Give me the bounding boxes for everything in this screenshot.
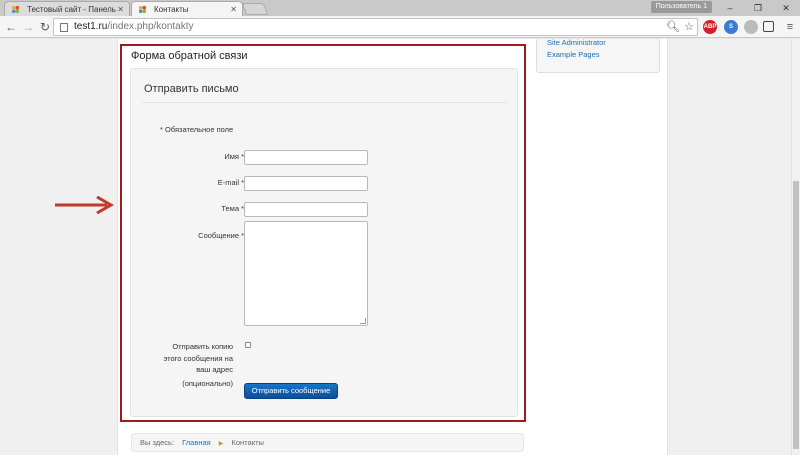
- page-icon: [60, 23, 68, 32]
- message-label: Сообщение *: [198, 231, 244, 240]
- page-viewport: Site Administrator Example Pages Форма о…: [0, 39, 791, 455]
- tab-test-site[interactable]: Тестовый сайт - Панель ✕: [4, 1, 130, 16]
- form-legend: Отправить письмо: [144, 83, 239, 95]
- menu-icon[interactable]: ≡: [782, 19, 798, 35]
- sidebar-menu: Site Administrator Example Pages: [536, 39, 660, 73]
- copy-label-text: Отправить копию этого сообщения на ваш а…: [163, 342, 233, 374]
- email-label: E-mail *: [217, 178, 244, 187]
- sidebar-link-example-pages[interactable]: Example Pages: [547, 50, 600, 59]
- tab-contacts[interactable]: Контакты ✕: [131, 1, 243, 16]
- name-field[interactable]: [244, 150, 368, 165]
- subject-label: Тема *: [221, 204, 244, 213]
- legend-divider: [142, 102, 507, 103]
- required-note: * Обязательное поле: [160, 125, 234, 134]
- joomla-icon: [11, 5, 20, 14]
- copy-optional-text: (опционально): [182, 378, 233, 388]
- reload-icon[interactable]: ↻: [37, 19, 53, 35]
- tab-strip: Тестовый сайт - Панель ✕ Контакты ✕ Поль…: [0, 0, 800, 16]
- cube-icon[interactable]: [763, 21, 774, 32]
- arrow-right-icon: [55, 196, 115, 214]
- send-copy-checkbox[interactable]: [245, 342, 251, 348]
- sidebar-link-admin[interactable]: Site Administrator: [547, 39, 606, 47]
- minimize-button[interactable]: –: [716, 0, 744, 16]
- breadcrumb: Вы здесь: Главная ▶ Контакты: [131, 433, 524, 452]
- tab-title: Контакты: [154, 5, 189, 14]
- resize-handle-icon[interactable]: [360, 318, 366, 324]
- compass-icon[interactable]: [744, 20, 758, 34]
- close-tab-icon[interactable]: ✕: [117, 2, 124, 16]
- back-arrow-icon[interactable]: ←: [3, 19, 19, 35]
- forward-arrow-icon[interactable]: →: [20, 19, 36, 35]
- url-text[interactable]: test1.ru/index.php/kontakty: [74, 19, 194, 35]
- message-textarea[interactable]: [244, 221, 368, 326]
- contact-content-highlight: Форма обратной связи Отправить письмо * …: [120, 44, 526, 422]
- address-bar[interactable]: test1.ru/index.php/kontakty 🔍︎ ☆: [53, 18, 698, 36]
- tab-title: Тестовый сайт - Панель: [27, 5, 116, 14]
- browser-toolbar: ← → ↻ test1.ru/index.php/kontakty 🔍︎ ☆ A…: [0, 16, 800, 38]
- user-badge[interactable]: Пользователь 1: [650, 1, 712, 13]
- breadcrumb-home-link[interactable]: Главная: [182, 438, 211, 447]
- maximize-button[interactable]: ❐: [744, 0, 772, 16]
- vertical-scrollbar[interactable]: [791, 39, 800, 455]
- joomla-icon: [138, 5, 147, 14]
- subject-field[interactable]: [244, 202, 368, 217]
- adblock-icon[interactable]: ABP: [703, 20, 717, 34]
- star-icon[interactable]: ☆: [684, 20, 694, 34]
- breadcrumb-current: Контакты: [231, 438, 264, 447]
- breadcrumb-separator-icon: ▶: [218, 441, 224, 447]
- close-tab-icon[interactable]: ✕: [230, 2, 237, 16]
- page-title: Форма обратной связи: [131, 50, 248, 62]
- close-window-button[interactable]: ✕: [772, 0, 800, 16]
- scrollbar-thumb[interactable]: [793, 181, 799, 449]
- extension-icon[interactable]: S: [724, 20, 738, 34]
- breadcrumb-prefix: Вы здесь:: [140, 438, 175, 447]
- zoom-icon[interactable]: 🔍︎: [666, 20, 680, 34]
- name-label: Имя *: [224, 152, 244, 161]
- send-message-button[interactable]: Отправить сообщение: [244, 383, 338, 399]
- new-tab-button[interactable]: [241, 3, 269, 15]
- contact-form: Отправить письмо * Обязательное поле Имя…: [130, 68, 518, 417]
- email-field[interactable]: [244, 176, 368, 191]
- copy-label: Отправить копию этого сообщения на ваш а…: [153, 341, 233, 389]
